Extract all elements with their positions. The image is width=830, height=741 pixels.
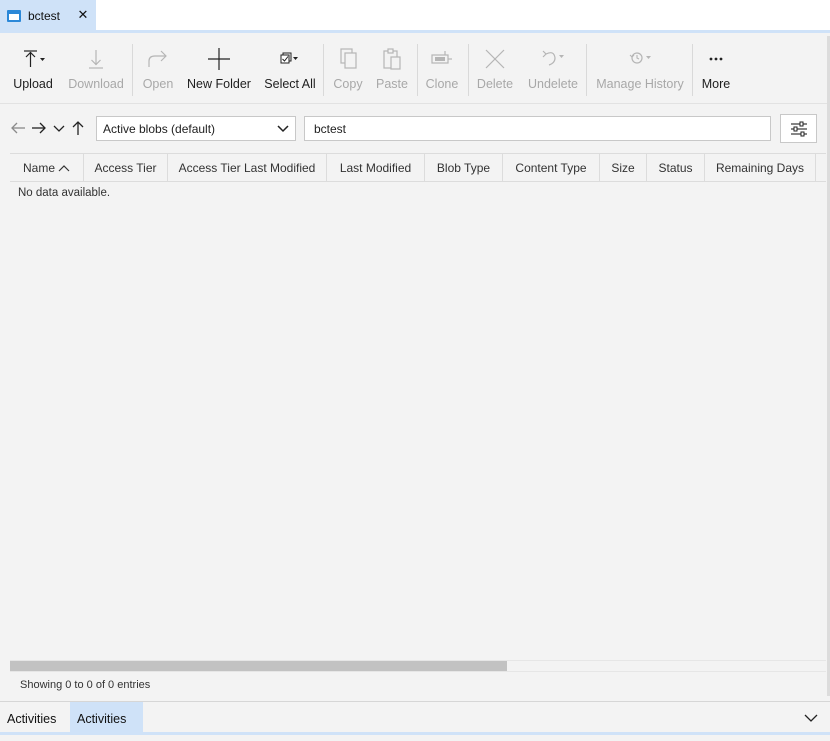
upload-button[interactable]: Upload [8,36,58,104]
undelete-icon [533,44,573,74]
download-icon [76,44,116,74]
column-header-label: Remaining Days [715,160,805,175]
download-label: Download [68,77,124,91]
clone-label: Clone [425,77,459,91]
history-icon [620,44,660,74]
column-header-name[interactable]: Name [10,154,84,181]
toolbar-divider [132,44,133,96]
horizontal-scrollbar[interactable] [10,660,826,672]
column-header-blob-type[interactable]: Blob Type [425,154,503,181]
empty-message: No data available. [18,187,111,199]
delete-icon [475,44,515,74]
upload-icon [13,44,53,74]
more-label: More [701,77,731,91]
copy-icon [328,44,368,74]
activities-tab[interactable]: Activities [0,702,63,735]
more-button[interactable]: More [698,36,734,104]
copy-button[interactable]: Copy [328,36,368,104]
column-header-access-tier-last-modified[interactable]: Access Tier Last Modified [168,154,327,181]
activities-panel-bar: Activities Activities [0,701,830,735]
back-arrow-icon[interactable] [10,120,26,136]
new-folder-button[interactable]: New Folder [186,36,252,104]
toolbar-divider [417,44,418,96]
open-button[interactable]: Open [138,36,178,104]
more-icon [696,44,736,74]
column-header-label: Blob Type [436,160,491,175]
clone-button[interactable]: Clone [422,36,462,104]
open-icon [138,44,178,74]
up-arrow-icon[interactable] [70,120,86,136]
column-header-remaining-days[interactable]: Remaining Days [705,154,816,181]
activities-tab-label: Activities [7,711,57,726]
upload-label: Upload [13,77,53,91]
undelete-label: Undelete [527,77,579,91]
copy-label: Copy [333,77,363,91]
column-header-last-modified[interactable]: Last Modified [327,154,425,181]
toolbar-divider [586,44,587,96]
select-all-button[interactable]: Select All [262,36,318,104]
chevron-down-icon[interactable] [52,120,68,136]
column-header-label: Content Type [515,160,587,175]
activities-tab-active[interactable]: Activities [70,702,143,735]
download-button[interactable]: Download [66,36,126,104]
manage-history-button[interactable]: Manage History [594,36,686,104]
container-icon [7,9,21,22]
paste-label: Paste [376,77,408,91]
path-input[interactable]: bctest [304,116,771,141]
filter-settings-button[interactable] [780,114,817,143]
column-header-label: Last Modified [339,160,412,175]
paste-button[interactable]: Paste [372,36,412,104]
chevron-down-icon[interactable] [804,713,818,723]
column-header-size[interactable]: Size [600,154,647,181]
forward-arrow-icon[interactable] [31,120,47,136]
blob-grid-header: Name Access Tier Access Tier Last Modifi… [10,153,826,182]
column-header-label: Size [611,160,635,175]
entries-count: Showing 0 to 0 of 0 entries [20,679,151,691]
select-all-icon [270,44,310,74]
tab-title: bctest [28,8,61,23]
tab-bctest[interactable]: bctest ✕ [0,0,96,31]
sliders-icon [790,121,808,137]
column-header-label: Name [22,160,55,175]
column-header-access-tier[interactable]: Access Tier [84,154,168,181]
column-header-status[interactable]: Status [647,154,705,181]
activities-tab-label: Activities [77,711,127,726]
toolbar-divider [468,44,469,96]
undelete-button[interactable]: Undelete [524,36,582,104]
column-header-label: Access Tier Last Modified [178,160,316,175]
chevron-down-icon [277,124,289,133]
sort-ascending-icon [58,164,70,172]
view-dropdown-value: Active blobs (default) [103,121,216,136]
column-header-content-type[interactable]: Content Type [503,154,600,181]
new-folder-label: New Folder [187,77,251,91]
toolbar-divider [323,44,324,96]
toolbar: Upload Download Open New Folder Select A… [0,36,830,104]
plus-icon [199,44,239,74]
select-all-label: Select All [264,77,316,91]
column-header-label: Access Tier [94,160,157,175]
delete-label: Delete [476,77,514,91]
divider [10,671,826,672]
column-header-label: Status [658,160,693,175]
close-icon[interactable]: ✕ [77,8,89,22]
toolbar-divider [692,44,693,96]
open-label: Open [142,77,174,91]
manage-history-label: Manage History [596,77,684,91]
tab-bar: bctest ✕ [0,0,830,33]
clone-icon [422,44,462,74]
paste-icon [372,44,412,74]
view-dropdown[interactable]: Active blobs (default) [96,116,296,141]
delete-button[interactable]: Delete [474,36,516,104]
